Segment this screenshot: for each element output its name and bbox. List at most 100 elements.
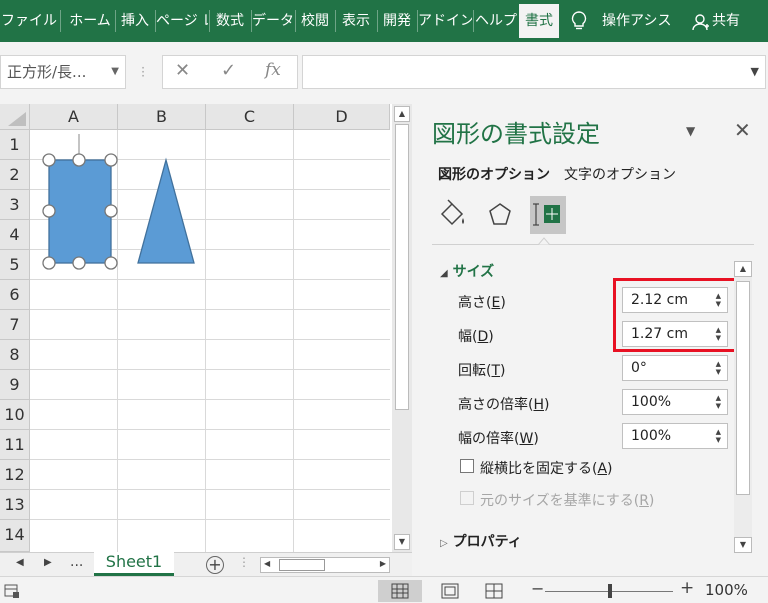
section-size[interactable]: ◢ サイズ — [440, 261, 494, 281]
section-properties[interactable]: ▷ プロパティ — [440, 531, 522, 551]
insert-function-icon[interactable]: fx — [265, 60, 281, 80]
resize-handle[interactable] — [72, 256, 86, 270]
add-sheet-icon[interactable]: + — [206, 556, 224, 574]
tab-view[interactable]: 表示 — [336, 0, 376, 42]
collapse-icon[interactable]: ◢ — [440, 268, 448, 279]
lock-aspect-label[interactable]: 縦横比を固定する(A) — [480, 458, 613, 478]
formula-input[interactable]: ▼ — [302, 55, 766, 89]
tell-me-search[interactable]: 操作アシス — [602, 0, 672, 42]
scroll-up-icon[interactable]: ▲ — [734, 261, 752, 277]
scroll-down-icon[interactable]: ▼ — [394, 534, 410, 550]
zoom-slider-thumb[interactable] — [608, 584, 612, 598]
scroll-thumb[interactable] — [279, 559, 325, 571]
name-box[interactable]: 正方形/長... ▼ — [0, 55, 126, 89]
name-box-value: 正方形/長... — [7, 63, 87, 81]
tab-insert[interactable]: 挿入 — [116, 0, 154, 42]
sheet-tab[interactable]: Sheet1 — [94, 552, 174, 576]
close-icon[interactable]: ✕ — [734, 118, 751, 142]
pane-title: 図形の書式設定 — [432, 120, 600, 148]
cancel-icon[interactable]: ✕ — [175, 60, 190, 81]
separator — [60, 10, 61, 32]
tab-text-options[interactable]: 文字のオプション — [564, 164, 676, 184]
tab-developer[interactable]: 開発 — [378, 0, 416, 42]
resize-handle-icon[interactable]: · · · — [140, 62, 146, 82]
tab-formulas[interactable]: 数式 — [210, 0, 250, 42]
tab-pointer-icon — [538, 237, 550, 245]
scroll-right-icon[interactable]: ▶ — [380, 559, 386, 568]
formula-bar: 正方形/長... ▼ · · · ✕ ✓ fx ▼ — [0, 42, 768, 104]
resize-handle[interactable] — [42, 153, 56, 167]
zoom-level[interactable]: 100% — [705, 581, 748, 599]
scroll-up-icon[interactable]: ▲ — [394, 106, 410, 122]
more-sheets-button[interactable]: ... — [70, 554, 83, 570]
worksheet-grid[interactable]: A B C D 1 2 3 4 5 6 7 8 9 10 11 12 13 14 — [0, 104, 412, 552]
format-shape-pane: 図形の書式設定 ▼ ✕ 図形のオプション 文字のオプション ◢ サイズ 高さ(E… — [414, 104, 768, 576]
formula-buttons: ✕ ✓ fx — [162, 55, 298, 89]
normal-view-button[interactable] — [378, 580, 422, 602]
horizontal-scrollbar[interactable]: ◀ ▶ — [260, 557, 390, 573]
tab-page-layout[interactable]: ページ レ — [156, 0, 208, 42]
vertical-scrollbar[interactable]: ▲ ▼ — [392, 104, 412, 552]
chevron-down-icon[interactable]: ▼ — [751, 65, 759, 78]
scale-width-input[interactable]: 100% ▲ ▼ — [622, 423, 728, 449]
effects-pentagon-icon[interactable] — [482, 196, 518, 234]
tab-file[interactable]: ファイル — [0, 0, 58, 42]
triangle-shape[interactable] — [137, 157, 195, 264]
pane-scrollbar[interactable]: ▲ ▼ — [734, 261, 752, 553]
scroll-right-icon[interactable]: ▶ — [44, 557, 52, 568]
scroll-down-icon[interactable]: ▼ — [734, 537, 752, 553]
person-icon[interactable] — [692, 13, 710, 31]
macro-record-icon[interactable] — [4, 584, 20, 598]
scroll-left-icon[interactable]: ◀ — [16, 557, 24, 568]
resize-handle[interactable] — [104, 204, 118, 218]
tab-addins[interactable]: アドイン — [418, 0, 472, 42]
lightbulb-icon[interactable] — [568, 10, 590, 32]
lock-aspect-checkbox[interactable] — [460, 459, 474, 473]
chevron-down-icon[interactable]: ▼ — [111, 56, 119, 88]
scale-height-label: 高さの倍率(H) — [458, 397, 550, 413]
tab-review[interactable]: 校閲 — [296, 0, 334, 42]
expand-icon[interactable]: ▷ — [440, 538, 448, 549]
rectangle-shape[interactable] — [48, 159, 112, 264]
spin-down-icon[interactable]: ▼ — [716, 369, 721, 376]
rotation-value: 0° — [631, 360, 647, 376]
width-label: 幅(D) — [458, 329, 494, 345]
page-break-view-button[interactable] — [472, 580, 516, 602]
rotation-input[interactable]: 0° ▲ ▼ — [622, 355, 728, 381]
relative-original-label: 元のサイズを基準にする(R) — [480, 493, 655, 509]
spin-up-icon[interactable]: ▲ — [716, 395, 721, 402]
scroll-thumb[interactable] — [395, 124, 409, 410]
section-size-label: サイズ — [452, 264, 495, 280]
zoom-in-button[interactable]: + — [680, 578, 694, 598]
fill-line-icon[interactable] — [434, 196, 470, 234]
relative-original-checkbox — [460, 491, 474, 505]
tab-format[interactable]: 書式 — [519, 4, 559, 38]
status-bar: − + 100% — [0, 576, 768, 603]
spin-up-icon[interactable]: ▲ — [716, 429, 721, 436]
spin-up-icon[interactable]: ▲ — [716, 361, 721, 368]
share-button[interactable]: 共有 — [712, 0, 748, 42]
scale-height-input[interactable]: 100% ▲ ▼ — [622, 389, 728, 415]
tab-help[interactable]: ヘルプ — [474, 0, 518, 42]
spin-down-icon[interactable]: ▼ — [716, 437, 721, 444]
resize-handle[interactable] — [104, 256, 118, 270]
enter-check-icon[interactable]: ✓ — [221, 60, 236, 81]
tab-home[interactable]: ホーム — [66, 0, 114, 42]
resize-handle[interactable] — [72, 153, 86, 167]
scroll-thumb[interactable] — [736, 281, 750, 495]
resize-handle[interactable] — [42, 256, 56, 270]
resize-handle[interactable] — [104, 153, 118, 167]
spin-down-icon[interactable]: ▼ — [716, 403, 721, 410]
pane-options-icon[interactable]: ▼ — [686, 124, 695, 138]
page-layout-view-button[interactable] — [428, 580, 472, 602]
resize-handle[interactable] — [42, 204, 56, 218]
scroll-left-icon[interactable]: ◀ — [264, 559, 270, 568]
tab-shape-options[interactable]: 図形のオプション — [438, 164, 550, 184]
tab-data[interactable]: データ — [252, 0, 294, 42]
resize-handle-icon[interactable]: ⋮ — [238, 555, 250, 569]
highlight-box — [613, 278, 739, 352]
scale-width-value: 100% — [631, 428, 672, 444]
size-properties-icon[interactable] — [530, 196, 566, 234]
zoom-out-button[interactable]: − — [531, 579, 544, 598]
ribbon: ファイル ホーム 挿入 ページ レ 数式 データ 校閲 表示 開発 アドイン ヘ… — [0, 0, 768, 42]
